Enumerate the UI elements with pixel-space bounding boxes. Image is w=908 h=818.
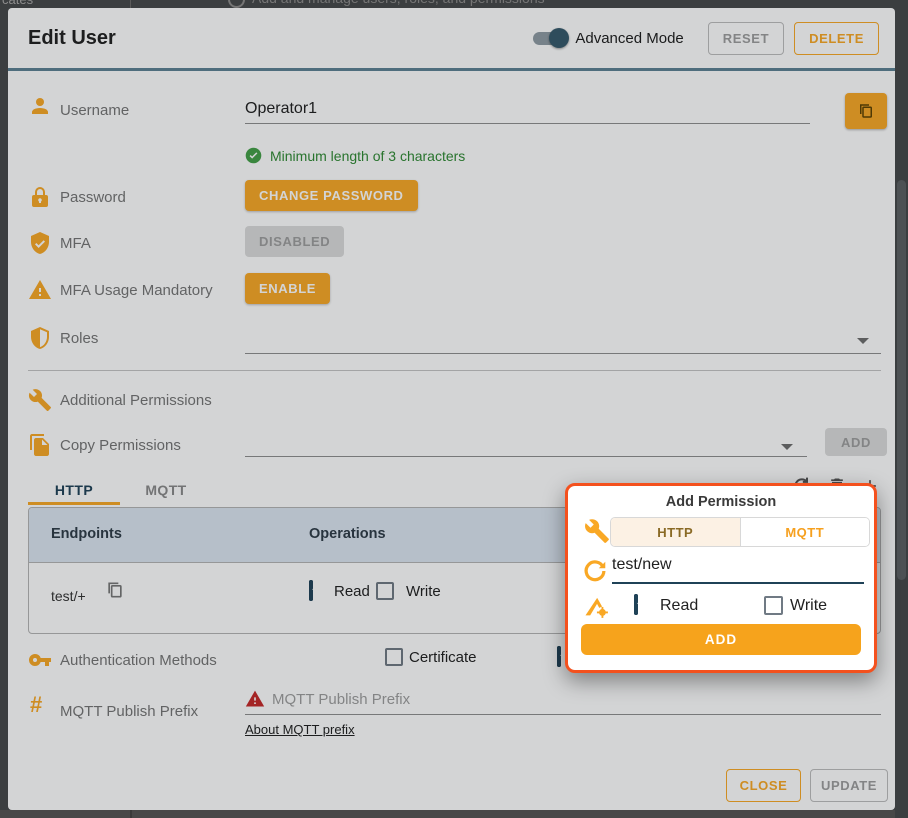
certificate-checkbox[interactable] [385, 648, 403, 666]
column-operations: Operations [309, 526, 386, 542]
mqtt-prefix-input[interactable]: MQTT Publish Prefix [272, 691, 410, 708]
edit-user-dialog: Edit User Advanced Mode RESET DELETE Use… [8, 8, 895, 810]
username-validation: Minimum length of 3 characters [270, 148, 465, 164]
username-input[interactable]: Operator1 [245, 100, 317, 118]
roles-underline [245, 353, 881, 354]
scrollbar-thumb[interactable] [897, 180, 906, 580]
roles-select[interactable] [245, 330, 881, 354]
certificate-label: Certificate [409, 649, 477, 666]
hash-icon: # [30, 692, 42, 718]
mqtt-prefix-underline [245, 714, 881, 715]
wrench-icon [584, 518, 610, 544]
copy-icon [857, 102, 875, 120]
active-tab-indicator [28, 502, 120, 505]
mfa-enable-button[interactable]: ENABLE [245, 273, 330, 304]
change-password-button[interactable]: CHANGE PASSWORD [245, 180, 418, 211]
page-bottom-gutter [0, 810, 895, 818]
copy-username-button[interactable] [845, 93, 887, 129]
page-right-gutter [895, 0, 908, 818]
update-button[interactable]: UPDATE [810, 769, 888, 802]
popup-read-checkbox[interactable] [634, 594, 638, 615]
background-sidebar-item-fragment: cates [2, 0, 33, 7]
info-circle-icon [228, 0, 245, 8]
popup-protocol-tabs: HTTP MQTT [610, 517, 870, 547]
endpoint-value: test/+ [51, 588, 86, 604]
header-divider [8, 68, 895, 71]
background-sidebar-divider [130, 810, 132, 818]
wrench-icon [28, 388, 52, 412]
copy-permissions-add-button[interactable]: ADD [825, 428, 887, 456]
toggle-thumb [549, 28, 569, 48]
close-button[interactable]: CLOSE [726, 769, 801, 802]
hidden-auth-checkbox[interactable] [557, 646, 561, 667]
screen: cates Add and manage users, roles, and p… [0, 0, 908, 818]
username-underline [245, 123, 810, 124]
permission-topic-input[interactable] [612, 556, 864, 574]
auth-methods-label: Authentication Methods [60, 652, 217, 669]
copy-permissions-underline [245, 456, 807, 457]
copy-permissions-label: Copy Permissions [60, 437, 181, 454]
about-mqtt-prefix-link[interactable]: About MQTT prefix [245, 722, 355, 737]
person-icon [28, 94, 52, 118]
check-circle-icon [245, 147, 262, 164]
column-endpoints: Endpoints [51, 526, 122, 542]
row-read-label: Read [334, 583, 370, 600]
background-sidebar-divider [130, 0, 131, 8]
dialog-title: Edit User [28, 27, 533, 50]
row-write-checkbox[interactable] [376, 582, 394, 600]
warning-triangle-icon [28, 278, 52, 302]
password-label: Password [60, 189, 126, 206]
row-read-checkbox[interactable] [309, 580, 313, 601]
popup-tab-http[interactable]: HTTP [611, 518, 740, 546]
popup-write-checkbox[interactable] [764, 596, 783, 615]
tab-http[interactable]: HTTP [28, 482, 120, 498]
rotate-topic-icon [582, 558, 608, 584]
shield-check-icon [28, 231, 52, 255]
chevron-down-icon [857, 338, 869, 344]
error-warning-icon [245, 689, 265, 709]
section-divider [28, 370, 881, 371]
file-copy-icon [28, 433, 52, 457]
chevron-down-icon [781, 444, 793, 450]
lock-icon [28, 185, 52, 209]
topic-input-underline [612, 582, 864, 584]
dialog-header: Edit User Advanced Mode RESET DELETE [8, 8, 895, 68]
tab-mqtt[interactable]: MQTT [120, 482, 212, 498]
popup-tab-mqtt[interactable]: MQTT [740, 518, 870, 546]
popup-write-label: Write [790, 597, 827, 615]
mfa-mandatory-label: MFA Usage Mandatory [60, 282, 213, 299]
key-icon [28, 648, 52, 672]
reset-button[interactable]: RESET [708, 22, 784, 55]
advanced-mode-label: Advanced Mode [575, 30, 683, 47]
mfa-label: MFA [60, 235, 91, 252]
background-page-fragment: cates Add and manage users, roles, and p… [0, 0, 908, 8]
background-subtitle: Add and manage users, roles, and permiss… [252, 0, 545, 6]
permission-gear-icon [582, 592, 610, 620]
add-permission-popup: Add Permission HTTP MQTT Read Write ADD [565, 483, 877, 673]
advanced-mode-toggle[interactable] [533, 28, 567, 48]
shield-icon [28, 326, 52, 350]
row-write-label: Write [406, 583, 441, 600]
popup-read-label: Read [660, 597, 698, 615]
popup-add-button[interactable]: ADD [581, 624, 861, 655]
username-label: Username [60, 102, 129, 119]
delete-button[interactable]: DELETE [794, 22, 879, 55]
popup-title: Add Permission [568, 494, 874, 510]
mqtt-prefix-label: MQTT Publish Prefix [60, 703, 198, 720]
mfa-disabled-button[interactable]: DISABLED [245, 226, 344, 257]
additional-permissions-label: Additional Permissions [60, 392, 212, 409]
roles-label: Roles [60, 330, 98, 347]
copy-endpoint-icon[interactable] [105, 580, 125, 600]
